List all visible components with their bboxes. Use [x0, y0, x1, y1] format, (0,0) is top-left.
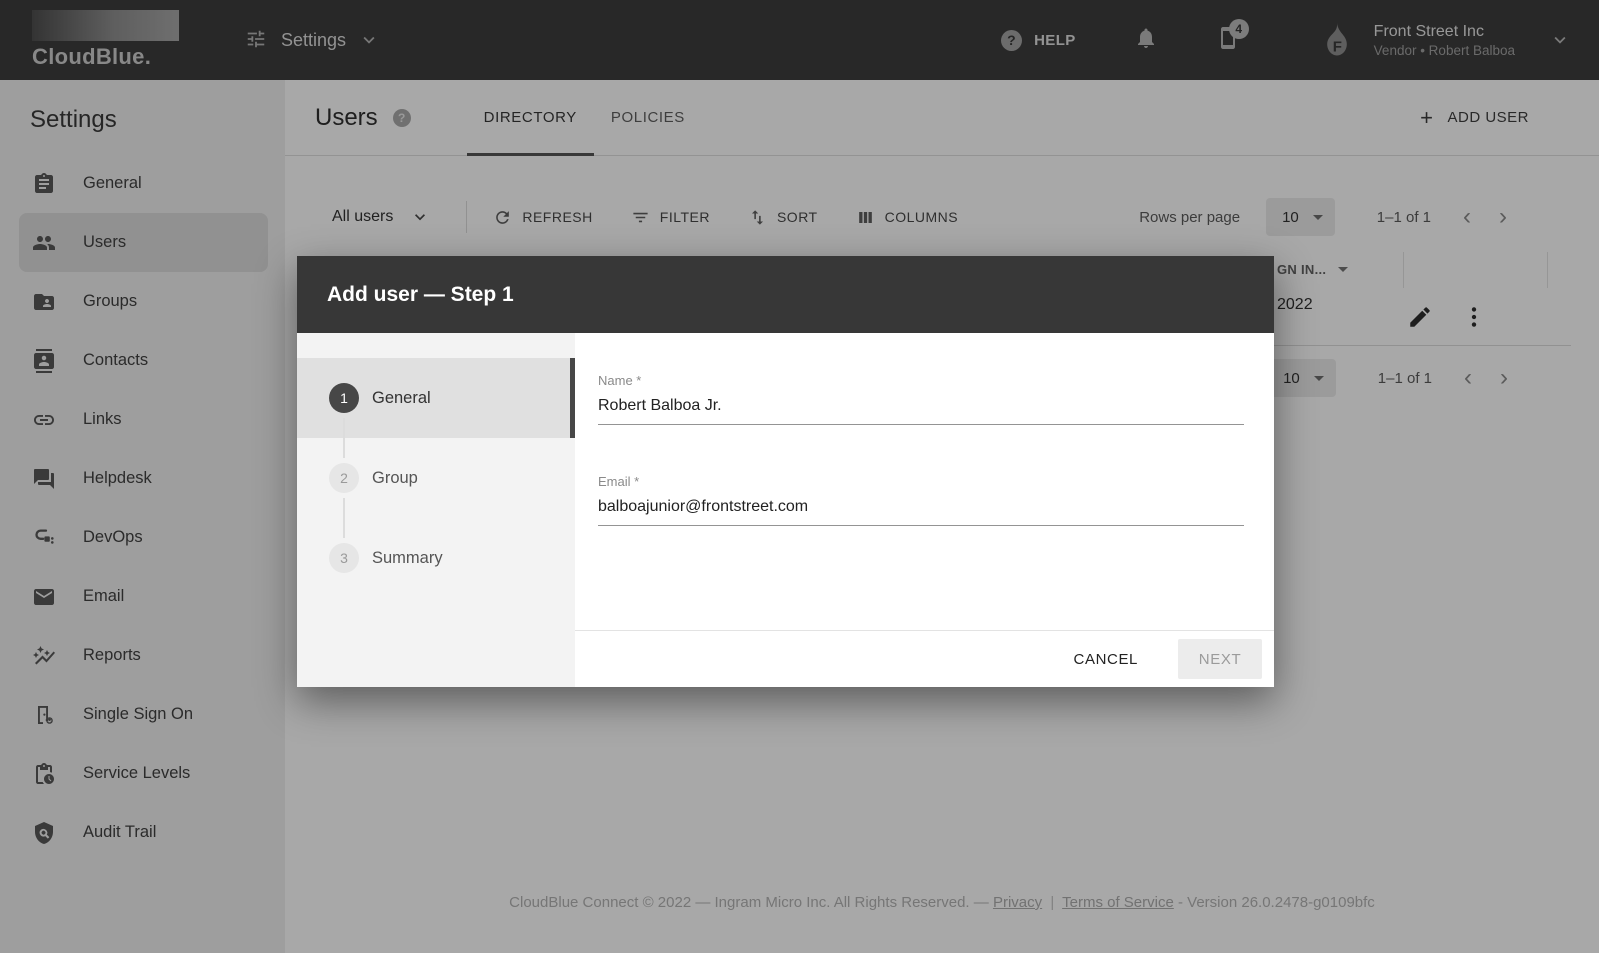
step-number-badge: 3 — [329, 543, 359, 573]
wizard-steps: 1 General 2 Group 3 Summary — [297, 333, 575, 687]
dialog-title: Add user — Step 1 — [297, 256, 1274, 333]
step-label: Summary — [372, 548, 443, 567]
dialog-body: 1 General 2 Group 3 Summary Name * Email… — [297, 333, 1274, 687]
email-field[interactable] — [598, 494, 1244, 526]
email-field-group: Email * — [598, 474, 1244, 526]
wizard-step-general[interactable]: 1 General — [297, 358, 575, 438]
next-button[interactable]: NEXT — [1178, 639, 1262, 679]
name-field-group: Name * — [598, 373, 1244, 425]
add-user-form: Name * Email * — [575, 333, 1274, 630]
dialog-footer: CANCEL NEXT — [575, 630, 1274, 687]
dialog-form-pane: Name * Email * CANCEL NEXT — [575, 333, 1274, 687]
email-field-label: Email * — [598, 474, 640, 489]
add-user-dialog: Add user — Step 1 1 General 2 Group 3 Su… — [297, 256, 1274, 687]
step-number-badge: 2 — [329, 463, 359, 493]
step-number-badge: 1 — [329, 383, 359, 413]
wizard-step-group[interactable]: 2 Group — [297, 418, 575, 518]
step-label: General — [372, 388, 431, 407]
cancel-button[interactable]: CANCEL — [1056, 639, 1156, 679]
wizard-step-summary[interactable]: 3 Summary — [297, 498, 575, 598]
step-label: Group — [372, 468, 418, 487]
name-field[interactable] — [598, 393, 1244, 425]
name-field-label: Name * — [598, 373, 642, 388]
